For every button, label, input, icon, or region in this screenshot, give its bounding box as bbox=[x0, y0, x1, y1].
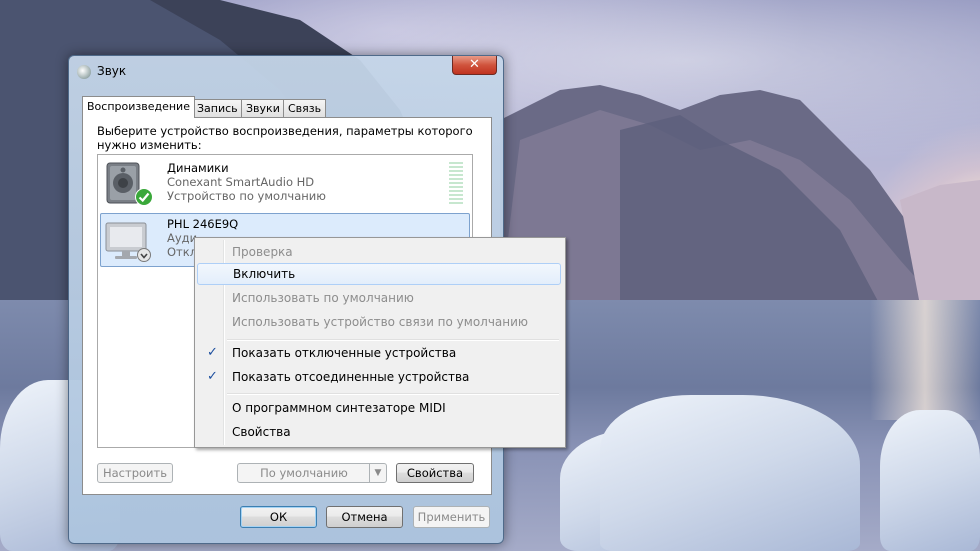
menu-item-properties[interactable]: Свойства bbox=[197, 421, 561, 443]
menu-item-label: Включить bbox=[233, 267, 296, 281]
cancel-button[interactable]: Отмена bbox=[326, 506, 403, 528]
menu-item-set-default-communication[interactable]: Использовать устройство связи по умолчан… bbox=[197, 311, 561, 333]
set-default-button[interactable]: По умолчанию ▼ bbox=[237, 463, 387, 483]
menu-item-midi-synth[interactable]: О программном синтезаторе MIDI bbox=[197, 397, 561, 419]
tab-recording[interactable]: Запись bbox=[192, 99, 243, 117]
checkmark-icon: ✓ bbox=[207, 369, 218, 384]
context-menu: Проверка Включить Использовать по умолча… bbox=[194, 237, 566, 448]
menu-item-label: Показать отключенные устройства bbox=[232, 346, 457, 360]
menu-item-show-disabled[interactable]: ✓ Показать отключенные устройства bbox=[197, 342, 561, 364]
ice-floe bbox=[880, 410, 980, 551]
device-name: Динамики bbox=[167, 161, 229, 175]
ice-floe bbox=[600, 395, 860, 551]
device-status: Устройство по умолчанию bbox=[167, 189, 326, 203]
menu-item-label: О программном синтезаторе MIDI bbox=[232, 401, 446, 415]
menu-item-set-default[interactable]: Использовать по умолчанию bbox=[197, 287, 561, 309]
menu-item-label: Показать отсоединенные устройства bbox=[232, 370, 470, 384]
window-title: Звук bbox=[97, 64, 127, 78]
tab-communications[interactable]: Связь bbox=[283, 99, 327, 117]
sound-icon bbox=[77, 65, 91, 79]
device-name: PHL 246E9Q bbox=[167, 217, 239, 231]
instruction-text: Выберите устройство воспроизведения, пар… bbox=[97, 124, 473, 152]
device-driver: Ауди bbox=[167, 231, 198, 245]
apply-button[interactable]: Применить bbox=[413, 506, 490, 528]
title-bar[interactable]: Звук ✕ bbox=[69, 56, 503, 86]
tab-playback[interactable]: Воспроизведение bbox=[82, 96, 195, 118]
chevron-down-icon[interactable]: ▼ bbox=[369, 464, 386, 482]
device-item-speakers[interactable]: Динамики Conexant SmartAudio HD Устройст… bbox=[100, 157, 470, 211]
device-status: Откл bbox=[167, 245, 198, 259]
menu-item-show-disconnected[interactable]: ✓ Показать отсоединенные устройства bbox=[197, 366, 561, 388]
menu-item-label: Использовать устройство связи по умолчан… bbox=[232, 315, 529, 329]
menu-item-test[interactable]: Проверка bbox=[197, 241, 561, 263]
properties-button[interactable]: Свойства bbox=[396, 463, 474, 483]
ok-button[interactable]: ОК bbox=[240, 506, 317, 528]
configure-button[interactable]: Настроить bbox=[97, 463, 173, 483]
menu-separator bbox=[227, 339, 559, 341]
menu-item-label: Использовать по умолчанию bbox=[232, 291, 414, 305]
checkmark-icon: ✓ bbox=[207, 345, 218, 360]
menu-separator bbox=[227, 393, 559, 395]
device-driver: Conexant SmartAudio HD bbox=[167, 175, 315, 189]
set-default-label: По умолчанию bbox=[260, 466, 348, 480]
volume-level-meter bbox=[449, 162, 463, 206]
menu-item-enable[interactable]: Включить bbox=[197, 263, 561, 285]
menu-item-label: Проверка bbox=[232, 245, 293, 259]
default-device-check-icon bbox=[135, 188, 153, 206]
sun-reflection bbox=[870, 300, 980, 420]
menu-item-label: Свойства bbox=[232, 425, 291, 439]
tab-sounds[interactable]: Звуки bbox=[241, 99, 285, 117]
disabled-device-arrow-icon bbox=[137, 248, 151, 262]
close-button[interactable]: ✕ bbox=[452, 56, 497, 75]
